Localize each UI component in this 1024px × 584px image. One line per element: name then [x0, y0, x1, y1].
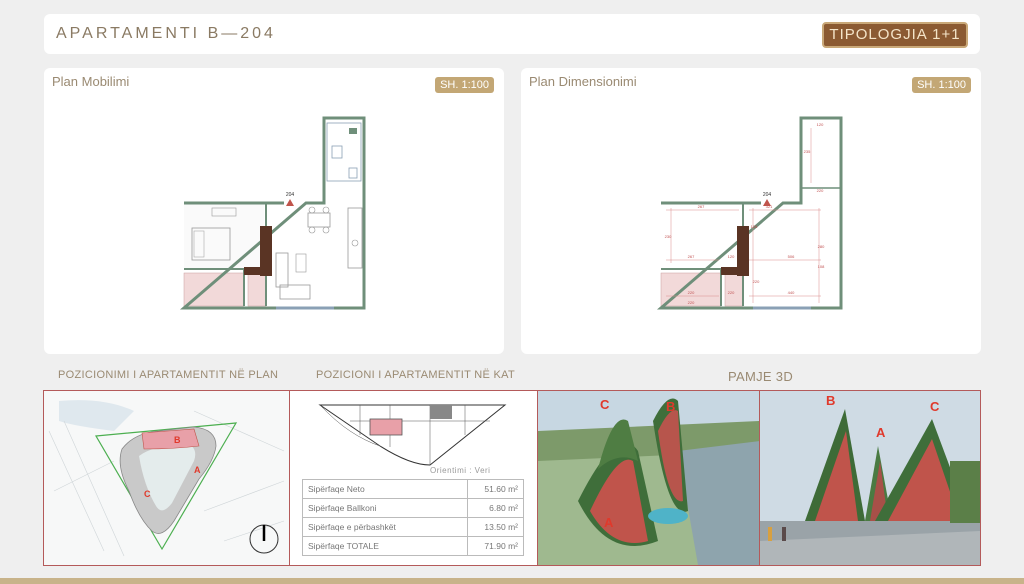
render-aerial-cell: C B A [538, 391, 760, 565]
dim-label: 220 [688, 300, 695, 305]
site-plan-cell: B A C [44, 391, 290, 565]
area-value: 13.50 m² [467, 517, 524, 537]
render-letter-a: A [876, 425, 886, 440]
dim-label: 120 [728, 254, 735, 259]
table-row: Sipërfaqe Ballkoni 6.80 m² [302, 498, 524, 518]
dim-label: 120 [817, 122, 824, 127]
dim-label: 440 [788, 290, 795, 295]
floor-position-diagram [318, 404, 507, 466]
site-letter-b: B [174, 435, 181, 445]
entry-marker-label: 204 [286, 192, 295, 198]
area-value: 6.80 m² [467, 498, 524, 518]
dim-label: 220 [817, 188, 824, 193]
dim-label: 235 [804, 149, 811, 154]
dim-label: 267 [698, 204, 705, 209]
render-letter-b: B [826, 393, 835, 408]
site-letter-c: C [144, 489, 151, 499]
site-letter-a: A [194, 465, 201, 475]
dim-label: 267 [688, 254, 695, 259]
typology-badge: TIPOLOGJIA 1+1 [822, 22, 968, 48]
table-row: Sipërfaqe TOTALE 71.90 m² [302, 536, 524, 556]
dimension-plan-drawing: 120 235 220 267 321 230 267 120 506 280 … [656, 116, 843, 310]
entry-marker-label: 204 [763, 192, 772, 198]
area-label: Sipërfaqe e përbashkët [302, 517, 468, 537]
apartment-title: APARTAMENTI B—204 [56, 25, 276, 42]
position-floor-label: POZICIONI I APARTAMENTIT NË KAT [316, 369, 515, 381]
table-row: Sipërfaqe Neto 51.60 m² [302, 479, 524, 499]
furniture-plan-drawing: 204 [179, 116, 366, 310]
view3d-label: PAMJE 3D [728, 369, 794, 384]
area-value: 71.90 m² [467, 536, 524, 556]
render-street-cell: B A C [760, 391, 980, 565]
position-plan-label: POZICIONIMI I APARTAMENTIT NË PLAN [58, 369, 279, 381]
render-letter-b: B [666, 399, 675, 414]
site-plan-map: B A C [44, 391, 289, 565]
header-bar: APARTAMENTI B—204 TIPOLOGJIA 1+1 [44, 14, 980, 54]
render-aerial-image: C B A [538, 391, 759, 565]
render-letter-a: A [604, 515, 614, 530]
dim-label: 230 [665, 234, 672, 239]
orientation-label: Orientimi : Veri [430, 466, 491, 475]
area-label: Sipërfaqe Neto [302, 479, 468, 499]
area-label: Sipërfaqe Ballkoni [302, 498, 468, 518]
table-row: Sipërfaqe e përbashkët 13.50 m² [302, 517, 524, 537]
render-street-image: B A C [760, 391, 980, 565]
floor-position-cell: Orientimi : Veri Sipërfaqe Neto 51.60 m² … [290, 391, 538, 565]
furniture-plan-panel: Plan Mobilimi SH. 1:100 204 [44, 68, 504, 354]
dim-label: 220 [728, 290, 735, 295]
bottom-info-frame: B A C Orientimi : Veri Sipërfaqe Neto 51.… [43, 390, 981, 566]
dim-label: 506 [788, 254, 795, 259]
dim-label: 108 [818, 264, 825, 269]
area-value: 51.60 m² [467, 479, 524, 499]
render-letter-c: C [930, 399, 940, 414]
dim-label: 128 [751, 224, 758, 229]
area-label: Sipërfaqe TOTALE [302, 536, 468, 556]
bottom-accent-line [0, 578, 1024, 584]
render-letter-c: C [600, 397, 610, 412]
dimension-plan-panel: Plan Dimensionimi SH. 1:100 120 235 220 [521, 68, 981, 354]
area-table: Sipërfaqe Neto 51.60 m² Sipërfaqe Ballkon… [302, 479, 524, 556]
dim-label: 220 [753, 279, 760, 284]
dim-label: 220 [688, 290, 695, 295]
dim-label: 280 [818, 244, 825, 249]
